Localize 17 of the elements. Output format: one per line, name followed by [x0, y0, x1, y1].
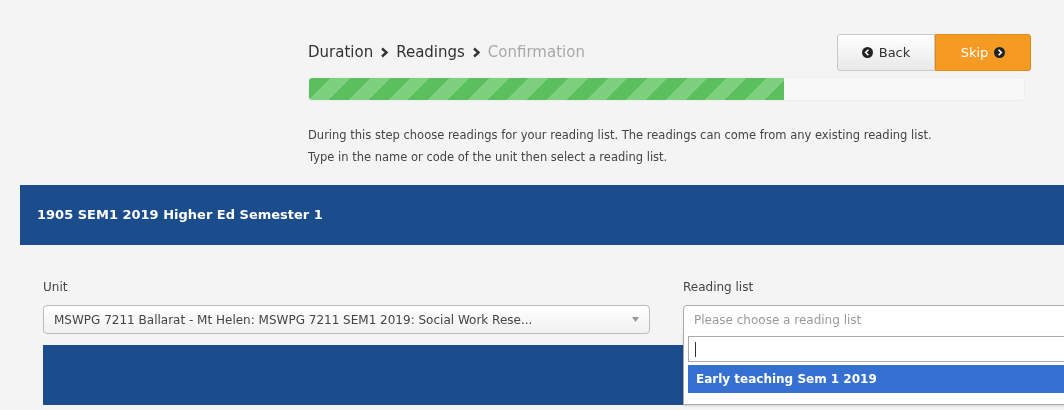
breadcrumb-step[interactable]: Duration: [308, 41, 374, 64]
section-title: 1905 SEM1 2019 Higher Ed Semester 1: [37, 206, 323, 225]
unit-select[interactable]: MSWPG 7211 Ballarat - Mt Helen: MSWPG 7211 SEM1 2019: Social Work Rese...: [43, 305, 650, 334]
arrow-left-icon: [861, 47, 873, 58]
description-text: During this step choose readings for your reading list. The readings can come from any existing reading list.: [308, 127, 933, 144]
arrow-right-icon: [994, 47, 1006, 58]
dropdown-arrow-icon: [632, 317, 639, 322]
field-label: Unit: [43, 279, 68, 296]
text-cursor: [695, 341, 696, 357]
dropdown-option[interactable]: Early teaching Sem 1 2019: [688, 365, 1064, 393]
breadcrumb-step[interactable]: Readings: [396, 41, 465, 64]
back-button[interactable]: Back: [837, 34, 935, 71]
chevron-icon: [471, 47, 481, 58]
field-label: Reading list: [683, 279, 754, 296]
search-field[interactable]: [688, 336, 1064, 362]
chevron-icon: [380, 47, 390, 58]
description-text: Type in the name or code of the unit then select a reading list.: [308, 149, 669, 167]
